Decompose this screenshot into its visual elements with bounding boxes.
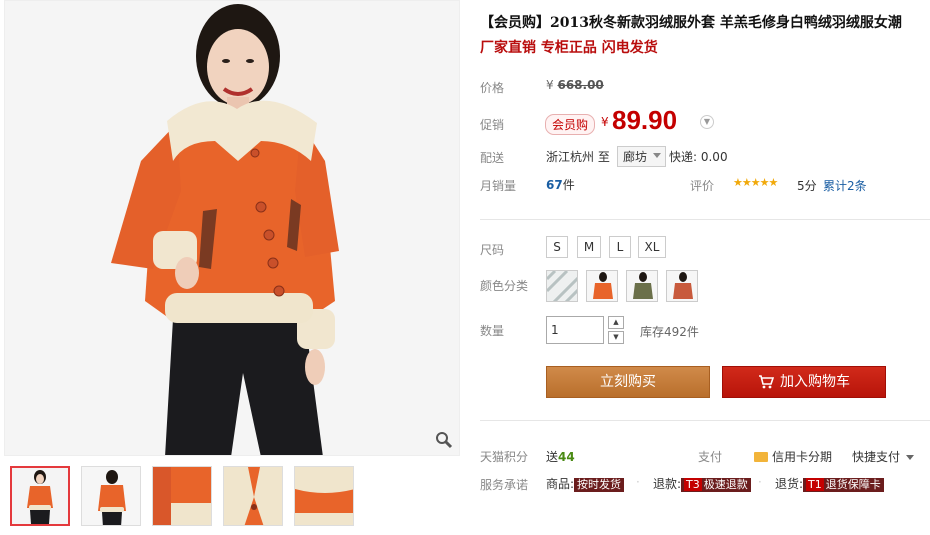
- cart-icon: [759, 375, 775, 389]
- main-product-image[interactable]: [4, 0, 460, 456]
- color-swatch-orange[interactable]: [586, 270, 618, 302]
- service-return-code: T1: [806, 478, 824, 491]
- divider: [480, 219, 930, 220]
- ship-destination-select[interactable]: 廊坊: [617, 146, 667, 167]
- credit-card-icon: [754, 452, 768, 462]
- service-refund-code: T3: [684, 478, 702, 491]
- service-separator: ·: [758, 475, 762, 489]
- quantity-label: 数量: [480, 324, 505, 338]
- color-swatch-pattern[interactable]: [546, 270, 578, 302]
- thumbnail-strip: [10, 466, 354, 526]
- thumbnail-sleeve-detail[interactable]: [152, 466, 212, 526]
- credit-installment-link[interactable]: 信用卡分期: [754, 448, 832, 465]
- payment-label: 支付: [698, 450, 723, 464]
- size-option-m[interactable]: M: [577, 236, 601, 258]
- monthly-sales-count: 67: [546, 178, 563, 192]
- service-return-text: 退货保障卡: [825, 478, 881, 491]
- original-price-currency: ¥: [546, 78, 554, 92]
- quantity-input[interactable]: [546, 316, 604, 344]
- service-goods[interactable]: 商品: 按时发货: [546, 475, 625, 492]
- original-price: ¥ 668.00: [546, 78, 604, 92]
- product-title: 【会员购】2013秋冬新款羽绒服外套 羊羔毛修身白鸭绒羽绒服女潮: [480, 15, 902, 31]
- chevron-down-icon: [653, 153, 662, 158]
- size-label: 尺码: [480, 243, 505, 257]
- add-to-cart-label: 加入购物车: [780, 374, 850, 390]
- product-subtitle: 厂家直销 专柜正品 闪电发货: [480, 40, 658, 56]
- review-label: 评价: [690, 179, 715, 193]
- size-option-l[interactable]: L: [609, 236, 631, 258]
- service-label: 服务承诺: [480, 478, 529, 492]
- zoom-magnifier-icon[interactable]: [435, 431, 453, 449]
- promo-expand-chevron-icon[interactable]: ▼: [700, 115, 714, 129]
- points-value: 44: [558, 450, 575, 464]
- fast-pay-dropdown[interactable]: 快捷支付: [852, 448, 915, 465]
- shipping-label: 配送: [480, 151, 505, 165]
- promo-currency: ¥: [601, 115, 609, 129]
- thumbnail-front[interactable]: [10, 466, 70, 526]
- service-refund-tag: T3 极速退款: [681, 478, 751, 492]
- monthly-sales: 67件: [546, 176, 575, 193]
- buy-now-button[interactable]: 立刻购买: [546, 366, 710, 398]
- thumbnail-back[interactable]: [81, 466, 141, 526]
- monthly-sales-label: 月销量: [480, 179, 517, 193]
- service-refund-label: 退款:: [653, 477, 682, 491]
- divider: [480, 420, 930, 421]
- thumbnail-fur-detail[interactable]: [294, 466, 354, 526]
- service-return-label: 退货:: [775, 477, 804, 491]
- size-option-s[interactable]: S: [546, 236, 568, 258]
- service-return-tag: T1 退货保障卡: [803, 478, 884, 492]
- color-label: 颜色分类: [480, 279, 529, 293]
- ship-from: 浙江杭州 至: [546, 150, 610, 164]
- credit-installment-label: 信用卡分期: [772, 450, 833, 464]
- promo-tag: 会员购: [545, 114, 596, 135]
- total-reviews-link[interactable]: 累计2条: [823, 177, 867, 194]
- chevron-down-icon: [906, 455, 915, 460]
- points-prefix: 送: [546, 450, 559, 464]
- monthly-sales-unit: 件: [562, 178, 575, 192]
- service-separator: ·: [636, 475, 640, 489]
- service-return[interactable]: 退货: T1 退货保障卡: [775, 475, 884, 492]
- points-label: 天猫积分: [480, 450, 529, 464]
- thumbnail-collar-detail[interactable]: [223, 466, 283, 526]
- color-swatch-green[interactable]: [626, 270, 658, 302]
- stock-count: 库存492件: [640, 325, 699, 339]
- service-goods-label: 商品:: [546, 477, 575, 491]
- points: 送44: [546, 448, 575, 465]
- quantity-increase-button[interactable]: ▲: [608, 316, 624, 329]
- color-swatch-brick[interactable]: [666, 270, 698, 302]
- shipping-fee: 快递: 0.00: [669, 150, 728, 164]
- price-label: 价格: [480, 81, 505, 95]
- product-gallery: [4, 0, 460, 535]
- service-goods-tag: 按时发货: [574, 478, 625, 492]
- quantity-decrease-button[interactable]: ▼: [608, 331, 624, 344]
- rating-stars-icon: ★★★★★: [733, 176, 778, 189]
- buy-now-label: 立刻购买: [600, 374, 656, 390]
- rating-score: 5分: [797, 179, 817, 193]
- service-refund[interactable]: 退款: T3 极速退款: [653, 475, 751, 492]
- promo-label: 促销: [480, 118, 505, 132]
- size-option-xl[interactable]: XL: [638, 236, 666, 258]
- add-to-cart-button[interactable]: 加入购物车: [722, 366, 886, 398]
- original-price-value: 668.00: [557, 78, 604, 92]
- model-in-orange-jacket-illustration: [5, 1, 459, 455]
- promo-price: 89.90: [612, 105, 678, 135]
- fast-pay-label: 快捷支付: [852, 450, 901, 464]
- ship-destination-value: 廊坊: [623, 150, 648, 164]
- service-refund-text: 极速退款: [703, 478, 748, 491]
